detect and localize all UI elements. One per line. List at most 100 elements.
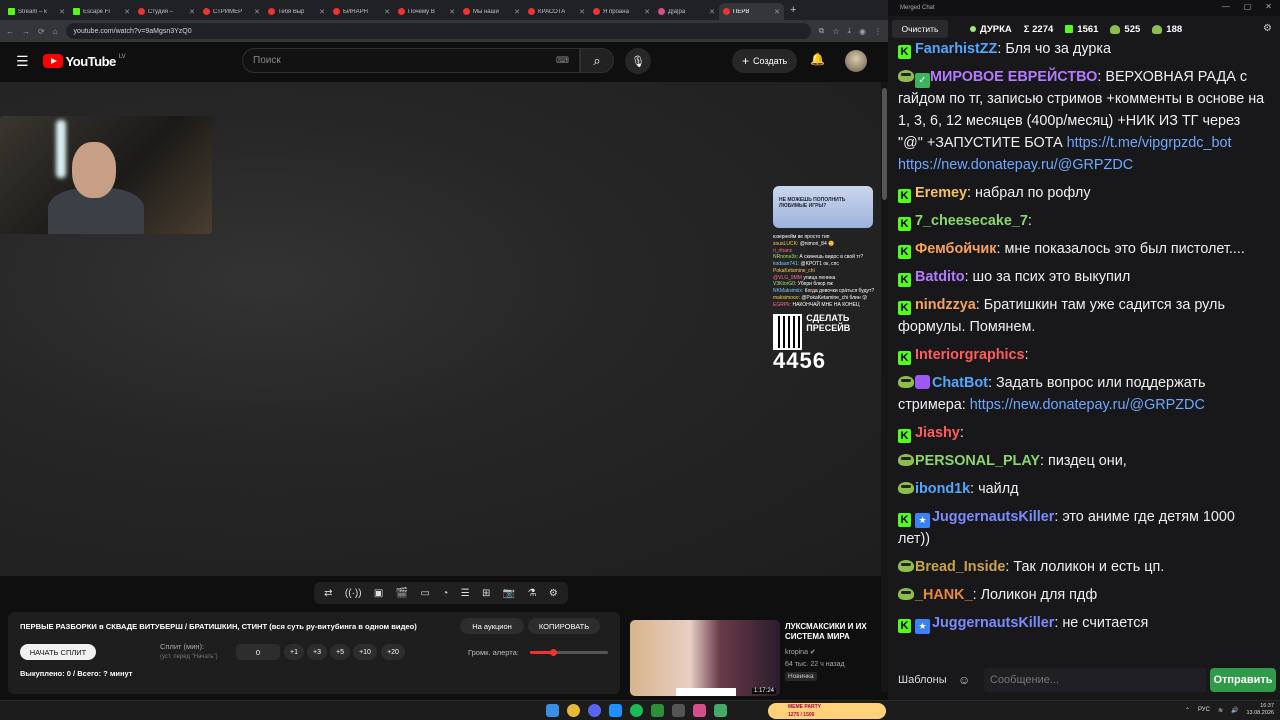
wave-icon[interactable]: ((·)) — [345, 588, 362, 599]
maximize-icon[interactable]: ▢ — [1244, 2, 1252, 11]
emoji-picker-icon[interactable]: ☺ — [958, 673, 978, 687]
split-minutes-input[interactable]: 0 — [236, 644, 280, 660]
flask-icon[interactable]: ⚗ — [528, 588, 537, 599]
discord-icon[interactable] — [588, 704, 601, 717]
browser-tab[interactable]: Мы наши ✕ — [459, 3, 524, 20]
increment-button[interactable]: +3 — [307, 644, 327, 660]
voice-search-button[interactable]: 🎙 — [625, 48, 651, 74]
close-tab-icon[interactable]: ✕ — [384, 8, 390, 16]
recommended-video[interactable]: 1:17:24 ЛУКСМАКСИКИ И ИХ СИСТЕМА МИРА kr… — [630, 620, 882, 696]
clock[interactable]: 16:37 13.08.2026 — [1246, 703, 1274, 717]
chrome-icon[interactable] — [567, 704, 580, 717]
chat-username[interactable]: FanarhistZZ — [915, 41, 997, 57]
profile-icon[interactable]: ◉ — [859, 27, 866, 36]
chat-settings-gear-icon[interactable]: ⚙ — [1263, 23, 1272, 34]
chat-app-icon[interactable] — [714, 704, 727, 717]
clear-chat-button[interactable]: Очистить — [892, 20, 948, 38]
theater-icon[interactable]: ▭ — [421, 588, 430, 599]
chat-username[interactable]: Interiorgraphics — [915, 347, 1025, 363]
browser-tab[interactable]: Я проана ✕ — [589, 3, 654, 20]
copy-button[interactable]: КОПИРОВАТЬ — [528, 618, 600, 634]
recommended-title[interactable]: ЛУКСМАКСИКИ И ИХ СИСТЕМА МИРА — [785, 622, 881, 642]
browser-tab[interactable]: Stream – k ✕ — [4, 3, 69, 20]
back-icon[interactable]: ← — [6, 27, 14, 36]
browser-tab[interactable]: Д|а|ра ✕ — [654, 3, 719, 20]
search-button[interactable]: ⌕ — [580, 48, 614, 73]
url-field[interactable]: youtube.com/watch?v=9aMgsn3YzQ0 — [65, 23, 811, 39]
chat-username[interactable]: 7_cheesecake_7 — [915, 213, 1028, 229]
browser-tab[interactable]: КРАСОТА ✕ — [524, 3, 589, 20]
close-tab-icon[interactable]: ✕ — [644, 8, 650, 16]
windows-start-icon[interactable] — [546, 704, 559, 717]
chat-username[interactable]: JuggernautsKiller — [932, 509, 1054, 525]
alert-volume-slider[interactable] — [530, 649, 608, 656]
alert-volume-handle[interactable] — [550, 649, 558, 656]
user-avatar[interactable] — [845, 50, 867, 72]
chat-username[interactable]: Bread_Inside — [915, 559, 1005, 575]
chat-username[interactable]: Фембойчик — [915, 241, 996, 257]
close-tab-icon[interactable]: ✕ — [449, 8, 455, 16]
chat-link[interactable]: https://t.me/vipgrpzdc_bot — [1067, 135, 1232, 151]
settings-icon[interactable]: ⚙ — [549, 588, 558, 599]
notifications-bell-icon[interactable]: 🔔 — [810, 52, 825, 66]
chat-username[interactable]: JuggernautsKiller — [932, 615, 1054, 631]
chat-username[interactable]: Batdito — [915, 269, 965, 285]
volume-icon[interactable]: 🔊 — [1231, 707, 1238, 714]
repeat-icon[interactable]: ⇄ — [324, 588, 332, 599]
close-tab-icon[interactable]: ✕ — [254, 8, 260, 16]
camera-icon[interactable]: 📷 — [503, 588, 515, 599]
minimize-icon[interactable]: — — [1222, 2, 1230, 11]
chat-link[interactable]: https://new.donatepay.ru/@GRPZDC — [970, 397, 1205, 413]
clapper-icon[interactable]: 🎬 — [396, 588, 408, 599]
increment-button[interactable]: +5 — [330, 644, 350, 660]
close-tab-icon[interactable]: ✕ — [189, 8, 195, 16]
bookmark-star-icon[interactable]: ☆ — [832, 27, 839, 36]
auction-button[interactable]: На аукцион — [460, 618, 524, 634]
extensions-icon[interactable]: ⧉ — [819, 26, 825, 36]
browser-tab[interactable]: ПЕРВ ✕ — [719, 3, 784, 20]
close-tab-icon[interactable]: ✕ — [514, 8, 520, 16]
home-icon[interactable]: ⌂ — [53, 27, 58, 36]
scrollbar-thumb[interactable] — [882, 88, 887, 200]
close-icon[interactable]: ✕ — [1265, 2, 1272, 11]
app-icon[interactable] — [672, 704, 685, 717]
forward-icon[interactable]: → — [22, 27, 30, 36]
chat-username[interactable]: _HANK_ — [915, 587, 973, 603]
search-input[interactable]: Поиск ⌨ — [242, 48, 580, 73]
meme-party-widget[interactable]: MEME PARTY 1275 / 1500 — [768, 703, 886, 719]
templates-button[interactable]: Шаблоны — [898, 674, 958, 686]
chat-username[interactable]: Jiashy — [915, 425, 960, 441]
chat-username[interactable]: nindzzya — [915, 297, 976, 313]
browser-tab[interactable]: Почему В ✕ — [394, 3, 459, 20]
chat-username[interactable]: ChatBot — [932, 375, 988, 391]
recommended-channel[interactable]: kropina ✔ — [785, 648, 816, 656]
close-tab-icon[interactable]: ✕ — [774, 8, 780, 16]
recommended-thumbnail[interactable]: 1:17:24 — [630, 620, 780, 696]
close-tab-icon[interactable]: ✕ — [709, 8, 715, 16]
browser-menu-icon[interactable]: ⋮ — [874, 27, 882, 36]
chat-username[interactable]: ibond1k — [915, 481, 970, 497]
browser-tab[interactable]: Escape Fr ✕ — [69, 3, 134, 20]
new-tab-button[interactable]: + — [790, 4, 796, 16]
streaming-app-icon[interactable] — [693, 704, 706, 717]
speed-icon[interactable]: ◔ — [442, 588, 448, 599]
chat-username[interactable]: PERSONAL_PLAY — [915, 453, 1040, 469]
increment-button[interactable]: +10 — [353, 644, 377, 660]
input-language[interactable]: РУС — [1198, 707, 1210, 713]
increment-button[interactable]: +1 — [284, 644, 304, 660]
close-tab-icon[interactable]: ✕ — [59, 8, 65, 16]
keyboard-icon[interactable]: ⌨ — [556, 55, 569, 66]
increment-button[interactable]: +20 — [381, 644, 405, 660]
spotify-icon[interactable] — [630, 704, 643, 717]
close-tab-icon[interactable]: ✕ — [124, 8, 130, 16]
send-button[interactable]: Отправить — [1210, 668, 1276, 692]
subtitles-icon[interactable]: ☰ — [461, 588, 470, 599]
xbox-icon[interactable] — [651, 704, 664, 717]
wifi-icon[interactable]: ≋ — [1218, 707, 1223, 714]
chevron-up-icon[interactable]: ⌃ — [1185, 707, 1190, 714]
start-split-button[interactable]: НАЧАТЬ СПЛИТ — [20, 644, 96, 660]
chat-username[interactable]: Eremey — [915, 185, 967, 201]
download-icon[interactable]: ⤓ — [847, 26, 851, 36]
chat-link[interactable]: https://new.donatepay.ru/@GRPZDC — [898, 154, 1268, 176]
steam-icon[interactable] — [609, 704, 622, 717]
